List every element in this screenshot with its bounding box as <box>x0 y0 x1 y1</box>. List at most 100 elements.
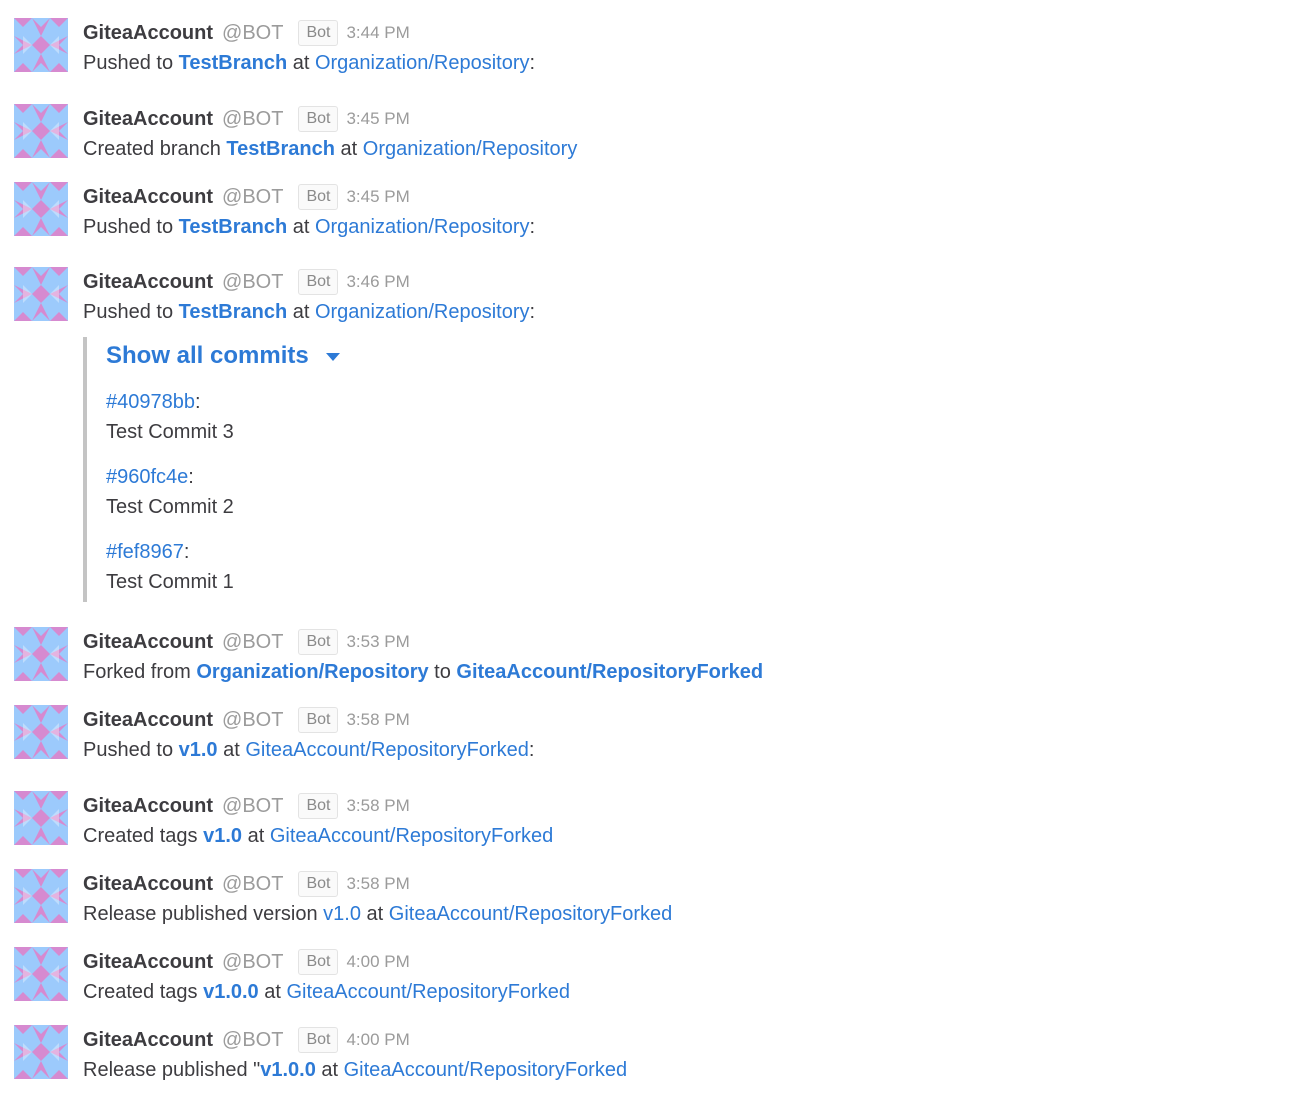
commit-item: #960fc4e: Test Commit 2 <box>106 462 234 522</box>
user-handle: @BOT <box>222 872 284 895</box>
message: GiteaAccount @BOT Bot 3:45 PM Pushed to Test… <box>14 182 1304 244</box>
commit-message: Test Commit 2 <box>106 496 234 518</box>
message-content: GiteaAccount @BOT Bot 3:58 PM Pushed to v1.0… <box>83 705 534 765</box>
message-header: GiteaAccount @BOT Bot 3:58 PM <box>83 705 534 735</box>
identicon-avatar[interactable] <box>14 869 68 923</box>
username[interactable]: GiteaAccount <box>83 951 213 974</box>
message-body: Created tags v1.0 at GiteaAccount/Reposi… <box>83 821 553 851</box>
username[interactable]: GiteaAccount <box>83 631 213 654</box>
username[interactable]: GiteaAccount <box>83 108 213 131</box>
show-all-commits-label[interactable]: Show all commits <box>106 342 309 370</box>
message-header: GiteaAccount @BOT Bot 3:53 PM <box>83 627 763 657</box>
timestamp[interactable]: 3:45 PM <box>346 109 409 129</box>
message-body: Created tags v1.0.0 at GiteaAccount/Repo… <box>83 977 570 1007</box>
message-link[interactable]: GiteaAccount/RepositoryForked <box>344 1059 627 1081</box>
identicon-avatar[interactable] <box>14 18 68 72</box>
message-link[interactable]: v1.0 <box>203 825 242 847</box>
colon: : <box>188 466 194 488</box>
bot-badge: Bot <box>298 20 339 46</box>
message-text: at <box>242 825 270 847</box>
message-content: GiteaAccount @BOT Bot 3:44 PM Pushed to Test… <box>83 18 535 78</box>
message-link[interactable]: Organization/Repository <box>315 301 530 323</box>
message-link[interactable]: v1.0.0 <box>260 1059 316 1081</box>
message-link[interactable]: TestBranch <box>226 138 335 160</box>
username[interactable]: GiteaAccount <box>83 709 213 732</box>
message-text: Pushed to <box>83 52 179 74</box>
commit-message: Test Commit 1 <box>106 571 234 593</box>
message-text: Pushed to <box>83 739 179 761</box>
timestamp[interactable]: 3:58 PM <box>346 796 409 816</box>
identicon-avatar[interactable] <box>14 947 68 1001</box>
username[interactable]: GiteaAccount <box>83 795 213 818</box>
message: GiteaAccount @BOT Bot 3:44 PM Pushed to Test… <box>14 18 1304 80</box>
message-link[interactable]: TestBranch <box>179 52 288 74</box>
message-content: GiteaAccount @BOT Bot 4:00 PM Created tags v… <box>83 947 570 1007</box>
timestamp[interactable]: 3:46 PM <box>346 272 409 292</box>
timestamp[interactable]: 3:45 PM <box>346 187 409 207</box>
timestamp[interactable]: 3:58 PM <box>346 710 409 730</box>
message-header: GiteaAccount @BOT Bot 3:44 PM <box>83 18 535 48</box>
message-header: GiteaAccount @BOT Bot 3:45 PM <box>83 104 577 134</box>
message-content: GiteaAccount @BOT Bot 3:58 PM Created tags v… <box>83 791 553 851</box>
timestamp[interactable]: 4:00 PM <box>346 952 409 972</box>
message: GiteaAccount @BOT Bot 4:00 PM Release publis… <box>14 1025 1304 1087</box>
message-link[interactable]: Organization/Repository <box>315 216 530 238</box>
message-text: Forked from <box>83 661 197 683</box>
message-link[interactable]: TestBranch <box>179 301 288 323</box>
message-text: at <box>334 138 363 160</box>
username[interactable]: GiteaAccount <box>83 271 213 294</box>
username[interactable]: GiteaAccount <box>83 1029 213 1052</box>
message-link[interactable]: GiteaAccount/RepositoryForked <box>389 903 672 925</box>
commit-hash-link[interactable]: #fef8967 <box>106 541 184 563</box>
message-text: Release published version <box>83 903 324 925</box>
message-link[interactable]: TestBranch <box>179 216 288 238</box>
message: GiteaAccount @BOT Bot 3:58 PM Created tags v… <box>14 791 1304 853</box>
caret-down-icon[interactable] <box>325 353 340 361</box>
show-all-commits-toggle[interactable]: Show all commits <box>106 337 483 375</box>
message-content: GiteaAccount @BOT Bot 4:00 PM Release publis… <box>83 1025 627 1085</box>
commits-blockquote: Show all commits #40978bb: Test Commit 3… <box>83 337 483 602</box>
message-link[interactable]: v1.0 <box>179 739 218 761</box>
message-link[interactable]: GiteaAccount/RepositoryForked <box>456 661 763 683</box>
commit-hash-link[interactable]: #40978bb <box>106 391 195 413</box>
bot-badge: Bot <box>298 793 339 819</box>
identicon-avatar[interactable] <box>14 705 68 759</box>
message: GiteaAccount @BOT Bot 3:58 PM Release publis… <box>14 869 1304 931</box>
username[interactable]: GiteaAccount <box>83 186 213 209</box>
message-link[interactable]: GiteaAccount/RepositoryForked <box>270 825 553 847</box>
timestamp[interactable]: 3:58 PM <box>346 874 409 894</box>
user-handle: @BOT <box>222 950 284 973</box>
message-link[interactable]: v1.0.0 <box>203 981 259 1003</box>
identicon-avatar[interactable] <box>14 267 68 321</box>
commit-message: Test Commit 3 <box>106 421 234 443</box>
timestamp[interactable]: 4:00 PM <box>346 1030 409 1050</box>
identicon-avatar[interactable] <box>14 104 68 158</box>
identicon-avatar[interactable] <box>14 182 68 236</box>
commit-item: #40978bb: Test Commit 3 <box>106 387 234 447</box>
message-link[interactable]: Organization/Repository <box>196 661 428 683</box>
message: GiteaAccount @BOT Bot 3:53 PM Forked from Or… <box>14 627 1304 689</box>
identicon-avatar[interactable] <box>14 627 68 681</box>
user-handle: @BOT <box>222 1028 284 1051</box>
identicon-avatar[interactable] <box>14 791 68 845</box>
message-link[interactable]: GiteaAccount/RepositoryForked <box>245 739 528 761</box>
message: GiteaAccount @BOT Bot 3:58 PM Pushed to v1.0… <box>14 705 1304 767</box>
bot-badge: Bot <box>298 949 339 975</box>
bot-badge: Bot <box>298 106 339 132</box>
message: GiteaAccount @BOT Bot 4:00 PM Created tags v… <box>14 947 1304 1009</box>
identicon-avatar[interactable] <box>14 1025 68 1079</box>
message-link[interactable]: GiteaAccount/RepositoryForked <box>286 981 569 1003</box>
bot-badge: Bot <box>298 871 339 897</box>
user-handle: @BOT <box>222 270 284 293</box>
commit-hash-link[interactable]: #960fc4e <box>106 466 188 488</box>
timestamp[interactable]: 3:44 PM <box>346 23 409 43</box>
timestamp[interactable]: 3:53 PM <box>346 632 409 652</box>
message-text: Created tags <box>83 981 204 1003</box>
message-text: at <box>287 301 315 323</box>
username[interactable]: GiteaAccount <box>83 873 213 896</box>
message-link[interactable]: Organization/Repository <box>315 52 530 74</box>
message-link[interactable]: v1.0 <box>323 903 361 925</box>
username[interactable]: GiteaAccount <box>83 22 213 45</box>
message: GiteaAccount @BOT Bot 3:45 PM Created branch… <box>14 104 1304 166</box>
message-link[interactable]: Organization/Repository <box>363 138 578 160</box>
